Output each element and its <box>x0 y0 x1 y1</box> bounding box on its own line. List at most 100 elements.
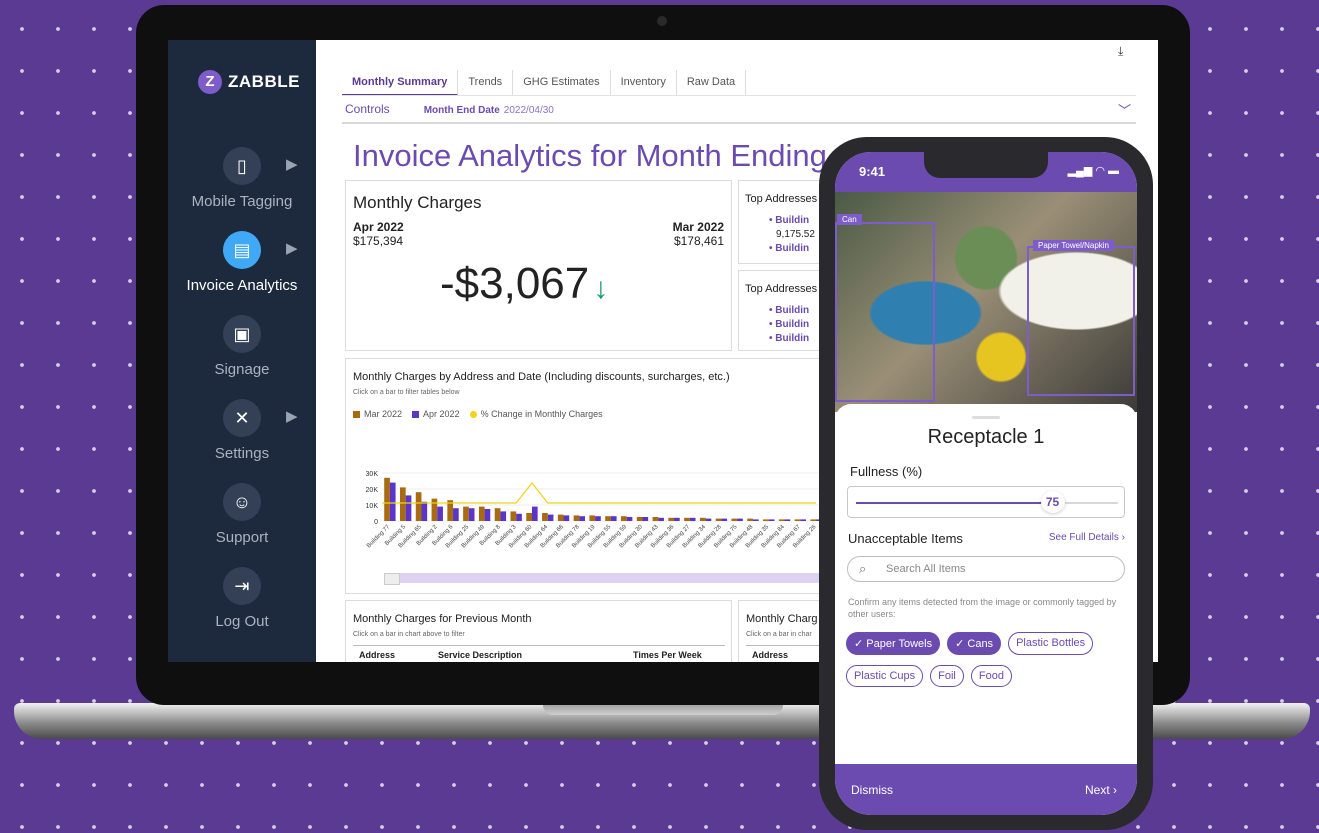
column-header-times[interactable]: Times Per Week <box>633 650 723 660</box>
address-link[interactable]: • Buildin <box>769 319 809 330</box>
bar-apr[interactable] <box>689 517 696 521</box>
bar-apr[interactable] <box>595 516 601 521</box>
bar-mar[interactable] <box>668 517 675 521</box>
bar-apr[interactable] <box>658 517 664 521</box>
legend-item-apr[interactable]: Apr 2022 <box>412 409 460 419</box>
chip-plastic-bottles[interactable]: Plastic Bottles <box>1008 632 1094 655</box>
bar-apr[interactable] <box>642 517 649 521</box>
bar-mar[interactable] <box>763 519 769 521</box>
bar-apr[interactable] <box>389 482 396 521</box>
bar-apr[interactable] <box>626 517 633 521</box>
bar-mar[interactable] <box>415 492 422 521</box>
bar-apr[interactable] <box>705 518 712 521</box>
chevron-right-icon[interactable]: ▶ <box>286 239 298 257</box>
legend-item-mar[interactable]: Mar 2022 <box>353 409 402 419</box>
receptacle-photo[interactable]: Can Paper Towel/Napkin <box>835 192 1137 412</box>
bar-mar[interactable] <box>399 487 406 521</box>
bar-mar[interactable] <box>731 518 738 521</box>
sidebar-item-support[interactable]: ☺ Support <box>168 483 316 546</box>
bar-mar[interactable] <box>794 519 801 521</box>
bar-mar[interactable] <box>605 516 611 521</box>
bar-apr[interactable] <box>768 519 775 521</box>
bar-apr[interactable] <box>737 518 743 521</box>
fullness-slider[interactable]: 75 <box>847 486 1125 518</box>
bar-mar[interactable] <box>384 477 390 521</box>
bar-apr[interactable] <box>516 513 522 521</box>
legend-item-change[interactable]: % Change in Monthly Charges <box>469 409 603 419</box>
bar-apr[interactable] <box>484 509 491 521</box>
bar-mar[interactable] <box>589 515 596 521</box>
slider-thumb[interactable]: 75 <box>1040 491 1065 513</box>
bar-mar[interactable] <box>557 514 564 521</box>
bar-mar[interactable] <box>778 519 785 521</box>
bar-apr[interactable] <box>405 495 412 521</box>
sidebar-item-mobile-tagging[interactable]: ▯ ▶ Mobile Tagging <box>168 147 316 210</box>
sidebar-item-invoice-analytics[interactable]: ▤ ▶ Invoice Analytics <box>168 231 316 294</box>
chip-cans[interactable]: ✓ Cans <box>947 632 1002 655</box>
bar-mar[interactable] <box>620 516 627 521</box>
dismiss-button[interactable]: Dismiss <box>851 783 893 797</box>
bar-apr[interactable] <box>437 506 443 521</box>
bar-mar[interactable] <box>747 518 753 521</box>
bar-apr[interactable] <box>531 506 538 521</box>
bar-mar[interactable] <box>478 506 485 521</box>
tab-trends[interactable]: Trends <box>458 70 514 96</box>
bar-mar[interactable] <box>684 517 690 521</box>
month-end-date-filter[interactable]: Month End Date 2022/04/30 <box>424 102 554 116</box>
bar-mar[interactable] <box>494 508 501 521</box>
next-button[interactable]: Next › <box>1085 783 1117 797</box>
bar-apr[interactable] <box>468 508 475 521</box>
detection-box-paper-towel[interactable] <box>1027 246 1135 396</box>
column-header-address[interactable]: Address <box>746 650 788 660</box>
bar-apr[interactable] <box>421 501 428 521</box>
bar-mar[interactable] <box>652 517 659 521</box>
bar-apr[interactable] <box>721 518 728 521</box>
detection-box-can[interactable] <box>835 222 935 402</box>
bar-apr[interactable] <box>674 517 680 521</box>
bar-mar[interactable] <box>510 511 517 521</box>
bar-apr[interactable] <box>800 519 807 521</box>
bar-mar[interactable] <box>447 500 454 521</box>
column-header-service[interactable]: Service Description <box>438 650 633 660</box>
bar-apr[interactable] <box>579 516 586 521</box>
address-link[interactable]: • Buildin <box>769 305 809 316</box>
tab-ghg-estimates[interactable]: GHG Estimates <box>513 70 611 96</box>
download-icon[interactable]: ⤓ <box>1118 44 1123 59</box>
bar-apr[interactable] <box>547 514 554 521</box>
bar-apr[interactable] <box>453 508 459 521</box>
column-header-address[interactable]: Address <box>353 650 438 660</box>
bar-mar[interactable] <box>526 513 532 521</box>
bar-mar[interactable] <box>463 506 469 521</box>
bar-apr[interactable] <box>500 511 507 521</box>
bar-mar[interactable] <box>542 513 548 521</box>
bar-mar[interactable] <box>573 515 580 521</box>
bar-apr[interactable] <box>563 515 570 521</box>
chevron-down-icon[interactable]: ﹀ <box>1118 100 1131 119</box>
bar-apr[interactable] <box>610 516 617 521</box>
bar-mar[interactable] <box>715 518 722 521</box>
chip-paper-towels[interactable]: ✓ Paper Towels <box>846 632 941 655</box>
bar-apr[interactable] <box>752 519 759 521</box>
tab-monthly-summary[interactable]: Monthly Summary <box>342 70 459 96</box>
see-full-details-link[interactable]: See Full Details › <box>1049 532 1125 543</box>
bar-mar[interactable] <box>431 498 438 521</box>
chevron-right-icon[interactable]: ▶ <box>286 407 298 425</box>
address-link[interactable]: • Buildin <box>769 243 809 254</box>
logo[interactable]: Z ZABBLE <box>198 70 300 94</box>
bar-apr[interactable] <box>784 519 791 521</box>
chevron-right-icon[interactable]: ▶ <box>286 155 298 173</box>
search-input[interactable]: ⌕ Search All Items <box>847 556 1125 582</box>
chip-foil[interactable]: Foil <box>930 665 964 687</box>
chip-plastic-cups[interactable]: Plastic Cups <box>846 665 924 687</box>
sidebar-item-log-out[interactable]: ⇥ Log Out <box>168 567 316 630</box>
bar-mar[interactable] <box>636 517 643 521</box>
bar-mar[interactable] <box>699 517 706 521</box>
tab-raw-data[interactable]: Raw Data <box>677 70 747 96</box>
chip-food[interactable]: Food <box>970 665 1012 687</box>
tab-inventory[interactable]: Inventory <box>611 70 677 96</box>
sidebar-item-signage[interactable]: ▣ Signage <box>168 315 316 378</box>
bar-mar[interactable] <box>810 519 817 521</box>
sidebar-item-settings[interactable]: ✕ ▶ Settings <box>168 399 316 462</box>
sheet-grabber[interactable] <box>972 416 1000 419</box>
address-link[interactable]: • Buildin <box>769 215 809 226</box>
